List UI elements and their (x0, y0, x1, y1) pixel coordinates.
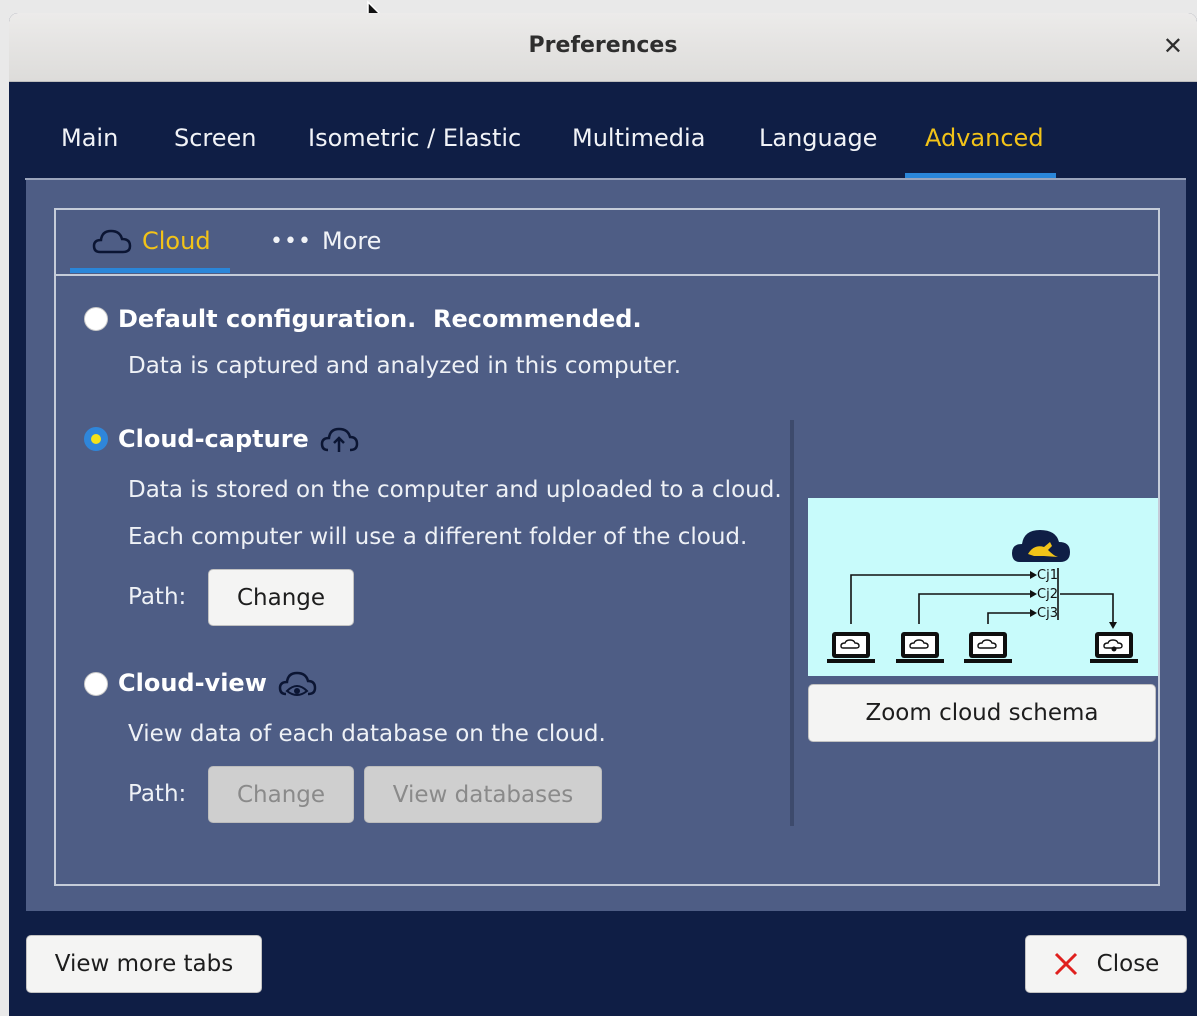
title-bar: Preferences ✕ (9, 13, 1197, 82)
default-config-description: Data is captured and analyzed in this co… (128, 353, 682, 379)
active-subtab-indicator (70, 268, 230, 273)
laptop-icon-viewer (1090, 632, 1138, 663)
ellipsis-icon: ••• (270, 228, 312, 254)
tab-advanced[interactable]: Advanced (925, 124, 1044, 152)
cloud-view-path-label: Path: (128, 781, 187, 807)
subtab-cloud-label: Cloud (142, 227, 211, 255)
sub-tab-bar: Cloud ••• More (56, 210, 1158, 276)
tab-isometric-elastic[interactable]: Isometric / Elastic (308, 124, 521, 152)
view-databases-button[interactable]: View databases (364, 766, 602, 823)
default-config-radio[interactable] (84, 307, 108, 331)
advanced-tab-content: Cloud ••• More Default configuration. Re… (26, 180, 1186, 911)
main-tab-bar: Main Screen Isometric / Elastic Multimed… (9, 82, 1197, 178)
tab-language[interactable]: Language (759, 124, 877, 152)
cloud-eye-icon (278, 671, 317, 696)
cloud-outline-icon (92, 229, 132, 254)
laptop-icon-3 (964, 632, 1012, 663)
cloud-schema-svg: Cj1 Cj2 Cj3 (827, 530, 1138, 663)
subtab-more[interactable]: ••• More (270, 226, 381, 256)
zoom-cloud-schema-button[interactable]: Zoom cloud schema (808, 684, 1156, 742)
subtab-cloud[interactable]: Cloud (92, 226, 211, 256)
cloud-capture-title-row: Cloud-capture (118, 424, 359, 454)
view-more-tabs-button[interactable]: View more tabs (26, 935, 262, 993)
tab-main[interactable]: Main (61, 124, 118, 152)
window-title: Preferences (528, 33, 678, 58)
tab-multimedia[interactable]: Multimedia (572, 124, 705, 152)
cloud-view-title-row: Cloud-view (118, 667, 317, 699)
cloud-view-change-button[interactable]: Change (208, 766, 354, 823)
preferences-dialog: Preferences ✕ Main Screen Isometric / El… (9, 13, 1197, 1016)
laptop-icon-2 (896, 632, 944, 663)
cloud-panel: Cloud ••• More Default configuration. Re… (54, 208, 1160, 886)
cloud-capture-path-label: Path: (128, 584, 187, 610)
cloud-capture-radio[interactable] (84, 427, 108, 451)
schema-label-cj3: Cj3 (1037, 606, 1058, 621)
cloud-capture-change-button[interactable]: Change (208, 569, 354, 626)
kangaroo-cloud-icon (1012, 530, 1070, 562)
cloud-view-title: Cloud-view (118, 669, 267, 697)
cloud-view-radio[interactable] (84, 672, 108, 696)
close-button-label: Close (1096, 951, 1160, 977)
schema-label-cj1: Cj1 (1037, 568, 1058, 583)
titlebar-close-icon[interactable]: ✕ (1163, 33, 1183, 59)
laptop-icon-1 (827, 632, 875, 663)
subtab-more-label: More (321, 227, 382, 255)
cloud-capture-description-1: Data is stored on the computer and uploa… (128, 477, 782, 503)
tab-screen[interactable]: Screen (174, 124, 257, 152)
cloud-capture-description-2: Each computer will use a different folde… (128, 524, 748, 550)
cloud-upload-icon (320, 427, 359, 452)
red-x-icon (1054, 952, 1077, 976)
default-config-title: Default configuration. Recommended. (118, 305, 642, 333)
schema-label-cj2: Cj2 (1037, 587, 1058, 602)
cloud-capture-title: Cloud-capture (118, 425, 309, 453)
cloud-schema-diagram: Cj1 Cj2 Cj3 (808, 498, 1158, 676)
cloud-view-description: View data of each database on the cloud. (128, 721, 606, 747)
vertical-separator (790, 420, 794, 826)
close-button[interactable]: Close (1025, 935, 1187, 993)
